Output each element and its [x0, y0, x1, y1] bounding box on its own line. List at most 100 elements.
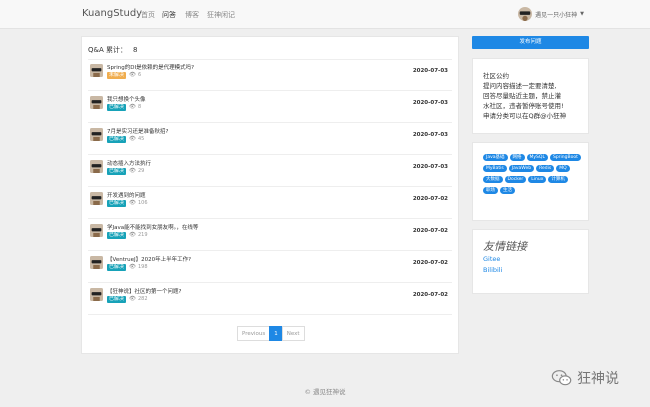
view-count: 29: [138, 168, 145, 174]
tag-chip[interactable]: MySQL: [526, 154, 548, 161]
tag-chip[interactable]: 网络: [509, 154, 525, 161]
question-row[interactable]: 开发遇到的问题 已解决 👁 106 2020-07-02: [88, 189, 452, 219]
status-badge: 已解决: [107, 135, 127, 143]
question-meta: 已解决 👁 219: [107, 231, 148, 239]
question-title[interactable]: 学Java能不能找到女朋友啊。，在线等: [107, 223, 198, 231]
author-avatar: [90, 288, 103, 301]
question-meta: 已解决 👁 106: [107, 199, 148, 207]
tag-chip[interactable]: Java基础: [483, 154, 508, 161]
eye-icon: 👁: [129, 168, 136, 174]
tag-chip[interactable]: 职场: [483, 187, 498, 194]
nav-link-qa[interactable]: 问答: [162, 10, 176, 20]
question-date: 2020-07-03: [412, 164, 448, 170]
question-meta: 已解决 👁 8: [107, 103, 141, 111]
question-title[interactable]: 动态插入方法执行: [107, 159, 151, 167]
question-date: 2020-07-03: [412, 132, 448, 138]
notice-line: 申请分类可以在Q群@小狂神: [483, 112, 567, 120]
question-meta: 已解决 👁 282: [107, 295, 148, 303]
watermark: 狂神说: [551, 367, 619, 389]
view-count: 282: [138, 296, 148, 302]
question-meta: 已解决 👁 45: [107, 135, 144, 143]
chevron-down-icon: ▼: [580, 11, 584, 17]
author-avatar: [90, 128, 103, 141]
question-date: 2020-07-02: [412, 228, 448, 234]
tags-panel: Java基础 网络 MySQL SpringBoot MyBatis JavaWeb Red…: [472, 142, 589, 221]
notice-line: 回答尽量贴近主题，禁止灌: [483, 92, 561, 100]
nav-link-notes[interactable]: 狂神闲记: [207, 10, 235, 20]
eye-icon: 👁: [129, 136, 136, 142]
pagination-previous[interactable]: Previous: [237, 326, 271, 341]
friend-link-gitee[interactable]: Gitee: [483, 255, 500, 263]
status-badge: 已解决: [107, 199, 127, 207]
eye-icon: 👁: [129, 72, 136, 78]
pagination-next[interactable]: Next: [281, 326, 305, 341]
brand-logo[interactable]: KuangStudy: [82, 8, 142, 19]
tag-chip[interactable]: JavaWeb: [508, 165, 535, 172]
question-row[interactable]: Spring的DI是依赖的是代理模式吗? 未解决 👁 6 2020-07-03: [88, 61, 452, 91]
eye-icon: 👁: [129, 232, 136, 238]
tag-chip[interactable]: MQ: [556, 165, 570, 172]
question-row[interactable]: 【狂神说】社区的第一个问题? 已解决 👁 282 2020-07-02: [88, 285, 452, 315]
question-row[interactable]: 学Java能不能找到女朋友啊。，在线等 已解决 👁 219 2020-07-02: [88, 221, 452, 251]
status-badge: 已解决: [107, 167, 127, 175]
notice-line: 水社区，违者暂停账号使用!: [483, 102, 564, 110]
author-avatar: [90, 96, 103, 109]
question-row[interactable]: 我只想换个头像 已解决 👁 8 2020-07-03: [88, 93, 452, 123]
status-badge: 已解决: [107, 295, 127, 303]
status-badge: 未解决: [107, 71, 127, 79]
tag-chip[interactable]: MyBatis: [483, 165, 507, 172]
user-avatar: [518, 7, 533, 21]
eye-icon: 👁: [129, 104, 136, 110]
question-date: 2020-07-02: [412, 292, 448, 298]
tag-chip[interactable]: 计算机: [548, 176, 568, 183]
question-row[interactable]: 7月是实习还是准备秋招? 已解决 👁 45 2020-07-03: [88, 125, 452, 155]
community-notice-panel: 社区公约 提问内容描述一定要清楚, 回答尽量贴近主题，禁止灌 水社区，违者暂停账…: [472, 58, 589, 134]
status-badge: 已解决: [107, 103, 127, 111]
question-title[interactable]: 7月是实习还是准备秋招?: [107, 127, 168, 135]
tag-chip[interactable]: Linux: [528, 176, 547, 183]
question-title[interactable]: 我只想换个头像: [107, 95, 146, 103]
question-row[interactable]: 动态插入方法执行 已解决 👁 29 2020-07-03: [88, 157, 452, 187]
friend-links-panel: 友情链接 Gitee Bilibili: [472, 229, 589, 294]
qa-count-label: Q&A 累计：: [88, 46, 127, 54]
friend-link-bilibili[interactable]: Bilibili: [483, 266, 502, 274]
view-count: 219: [138, 232, 148, 238]
tag-list: Java基础 网络 MySQL SpringBoot MyBatis JavaWeb Red…: [483, 154, 583, 198]
author-avatar: [90, 192, 103, 205]
tag-chip[interactable]: Docker: [504, 176, 527, 183]
user-menu[interactable]: 遇见一只小狂神 ▼: [518, 6, 584, 22]
question-row[interactable]: 【VentrueJ】2020年上半年工作? 已解决 👁 198 2020-07-02: [88, 253, 452, 283]
question-title[interactable]: 【狂神说】社区的第一个问题?: [107, 287, 181, 295]
pagination-page-1[interactable]: 1: [269, 326, 283, 341]
question-date: 2020-07-02: [412, 196, 448, 202]
nav-link-blog[interactable]: 博客: [185, 10, 199, 20]
status-badge: 已解决: [107, 263, 127, 271]
top-navbar: KuangStudy 首页 问答 博客 狂神闲记 遇见一只小狂神 ▼: [0, 0, 650, 29]
view-count: 45: [138, 136, 145, 142]
notice-line: 提问内容描述一定要清楚,: [483, 82, 557, 90]
eye-icon: 👁: [129, 296, 136, 302]
tag-chip[interactable]: SpringBoot: [549, 154, 581, 161]
author-avatar: [90, 160, 103, 173]
qa-header: Q&A 累计： 8: [88, 45, 137, 55]
view-count: 6: [138, 72, 142, 78]
view-count: 8: [138, 104, 142, 110]
header-divider: [88, 59, 452, 60]
question-date: 2020-07-03: [412, 100, 448, 106]
author-avatar: [90, 256, 103, 269]
question-title[interactable]: 【VentrueJ】2020年上半年工作?: [107, 255, 191, 263]
question-title[interactable]: Spring的DI是依赖的是代理模式吗?: [107, 63, 194, 71]
tag-chip[interactable]: Redis: [536, 165, 555, 172]
question-date: 2020-07-02: [412, 260, 448, 266]
question-title[interactable]: 开发遇到的问题: [107, 191, 146, 199]
author-avatar: [90, 224, 103, 237]
question-meta: 已解决 👁 29: [107, 167, 144, 175]
nav-link-home[interactable]: 首页: [141, 10, 155, 20]
tag-chip[interactable]: 大数据: [483, 176, 503, 183]
question-meta: 未解决 👁 6: [107, 71, 141, 79]
author-avatar: [90, 64, 103, 77]
view-count: 198: [138, 264, 148, 270]
tag-chip[interactable]: 生活: [500, 187, 515, 194]
post-question-button[interactable]: 发布问题: [472, 36, 589, 49]
qa-panel: Q&A 累计： 8 Spring的DI是依赖的是代理模式吗? 未解决 👁 6 2020-0…: [81, 36, 459, 354]
